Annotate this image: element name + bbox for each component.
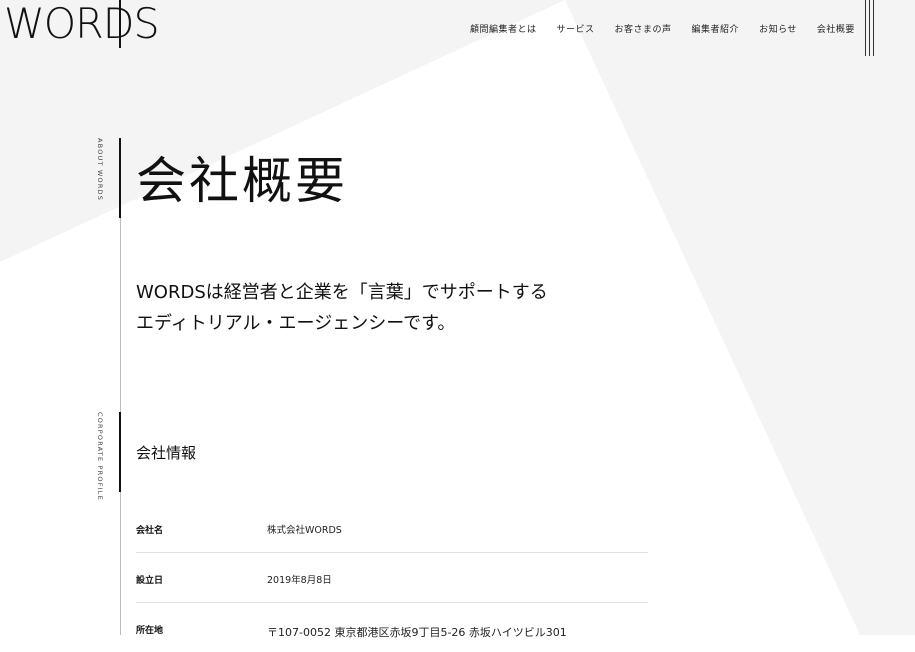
company-info-heading: 会社情報: [136, 444, 197, 462]
words-logo[interactable]: WORDS: [4, 2, 160, 46]
about-words-label: ABOUT WORDS: [96, 138, 104, 202]
logo-vertical-bar: [119, 0, 121, 48]
company-info-table: 会社名 株式会社WORDS 設立日 2019年8月8日 所在地 〒107-005…: [136, 503, 648, 652]
nav-item-news[interactable]: お知らせ: [759, 22, 797, 35]
row-label-founded: 設立日: [136, 576, 164, 586]
page-title: 会社概要: [136, 152, 348, 210]
table-row: 所在地 〒107-0052 東京都港区赤坂9丁目5-26 赤坂ハイツビル301: [136, 603, 648, 652]
row-value-address: 〒107-0052 東京都港区赤坂9丁目5-26 赤坂ハイツビル301: [267, 626, 567, 639]
table-row: 設立日 2019年8月8日: [136, 553, 648, 603]
lead-line-1: WORDSは経営者と企業を「言葉」でサポートする: [136, 282, 548, 303]
nav-item-editors[interactable]: 編集者紹介: [692, 22, 740, 35]
table-row: 会社名 株式会社WORDS: [136, 503, 648, 553]
profile-section-marker: [119, 412, 121, 492]
nav-item-service[interactable]: サービス: [557, 22, 595, 35]
row-label-company-name: 会社名: [136, 526, 164, 536]
lead-line-2: エディトリアル・エージェンシーです。: [136, 313, 456, 334]
about-section-marker: [119, 138, 121, 218]
row-value-company-name: 株式会社WORDS: [267, 525, 342, 536]
row-label-address: 所在地: [136, 626, 164, 636]
nav-item-company[interactable]: 会社概要: [817, 22, 855, 35]
row-value-founded: 2019年8月8日: [267, 575, 332, 586]
corporate-profile-label: CORPORATE PROFILE: [96, 412, 104, 501]
lead-text: WORDSは経営者と企業を「言葉」でサポートする エディトリアル・エージェンシー…: [136, 277, 548, 339]
nav-item-customer-voice[interactable]: お客さまの声: [615, 22, 672, 35]
hamburger-menu-icon[interactable]: [863, 0, 877, 56]
nav-item-advisory-editor[interactable]: 顧問編集者とは: [470, 22, 537, 35]
global-nav: 顧問編集者とは サービス お客さまの声 編集者紹介 お知らせ 会社概要: [470, 22, 855, 35]
